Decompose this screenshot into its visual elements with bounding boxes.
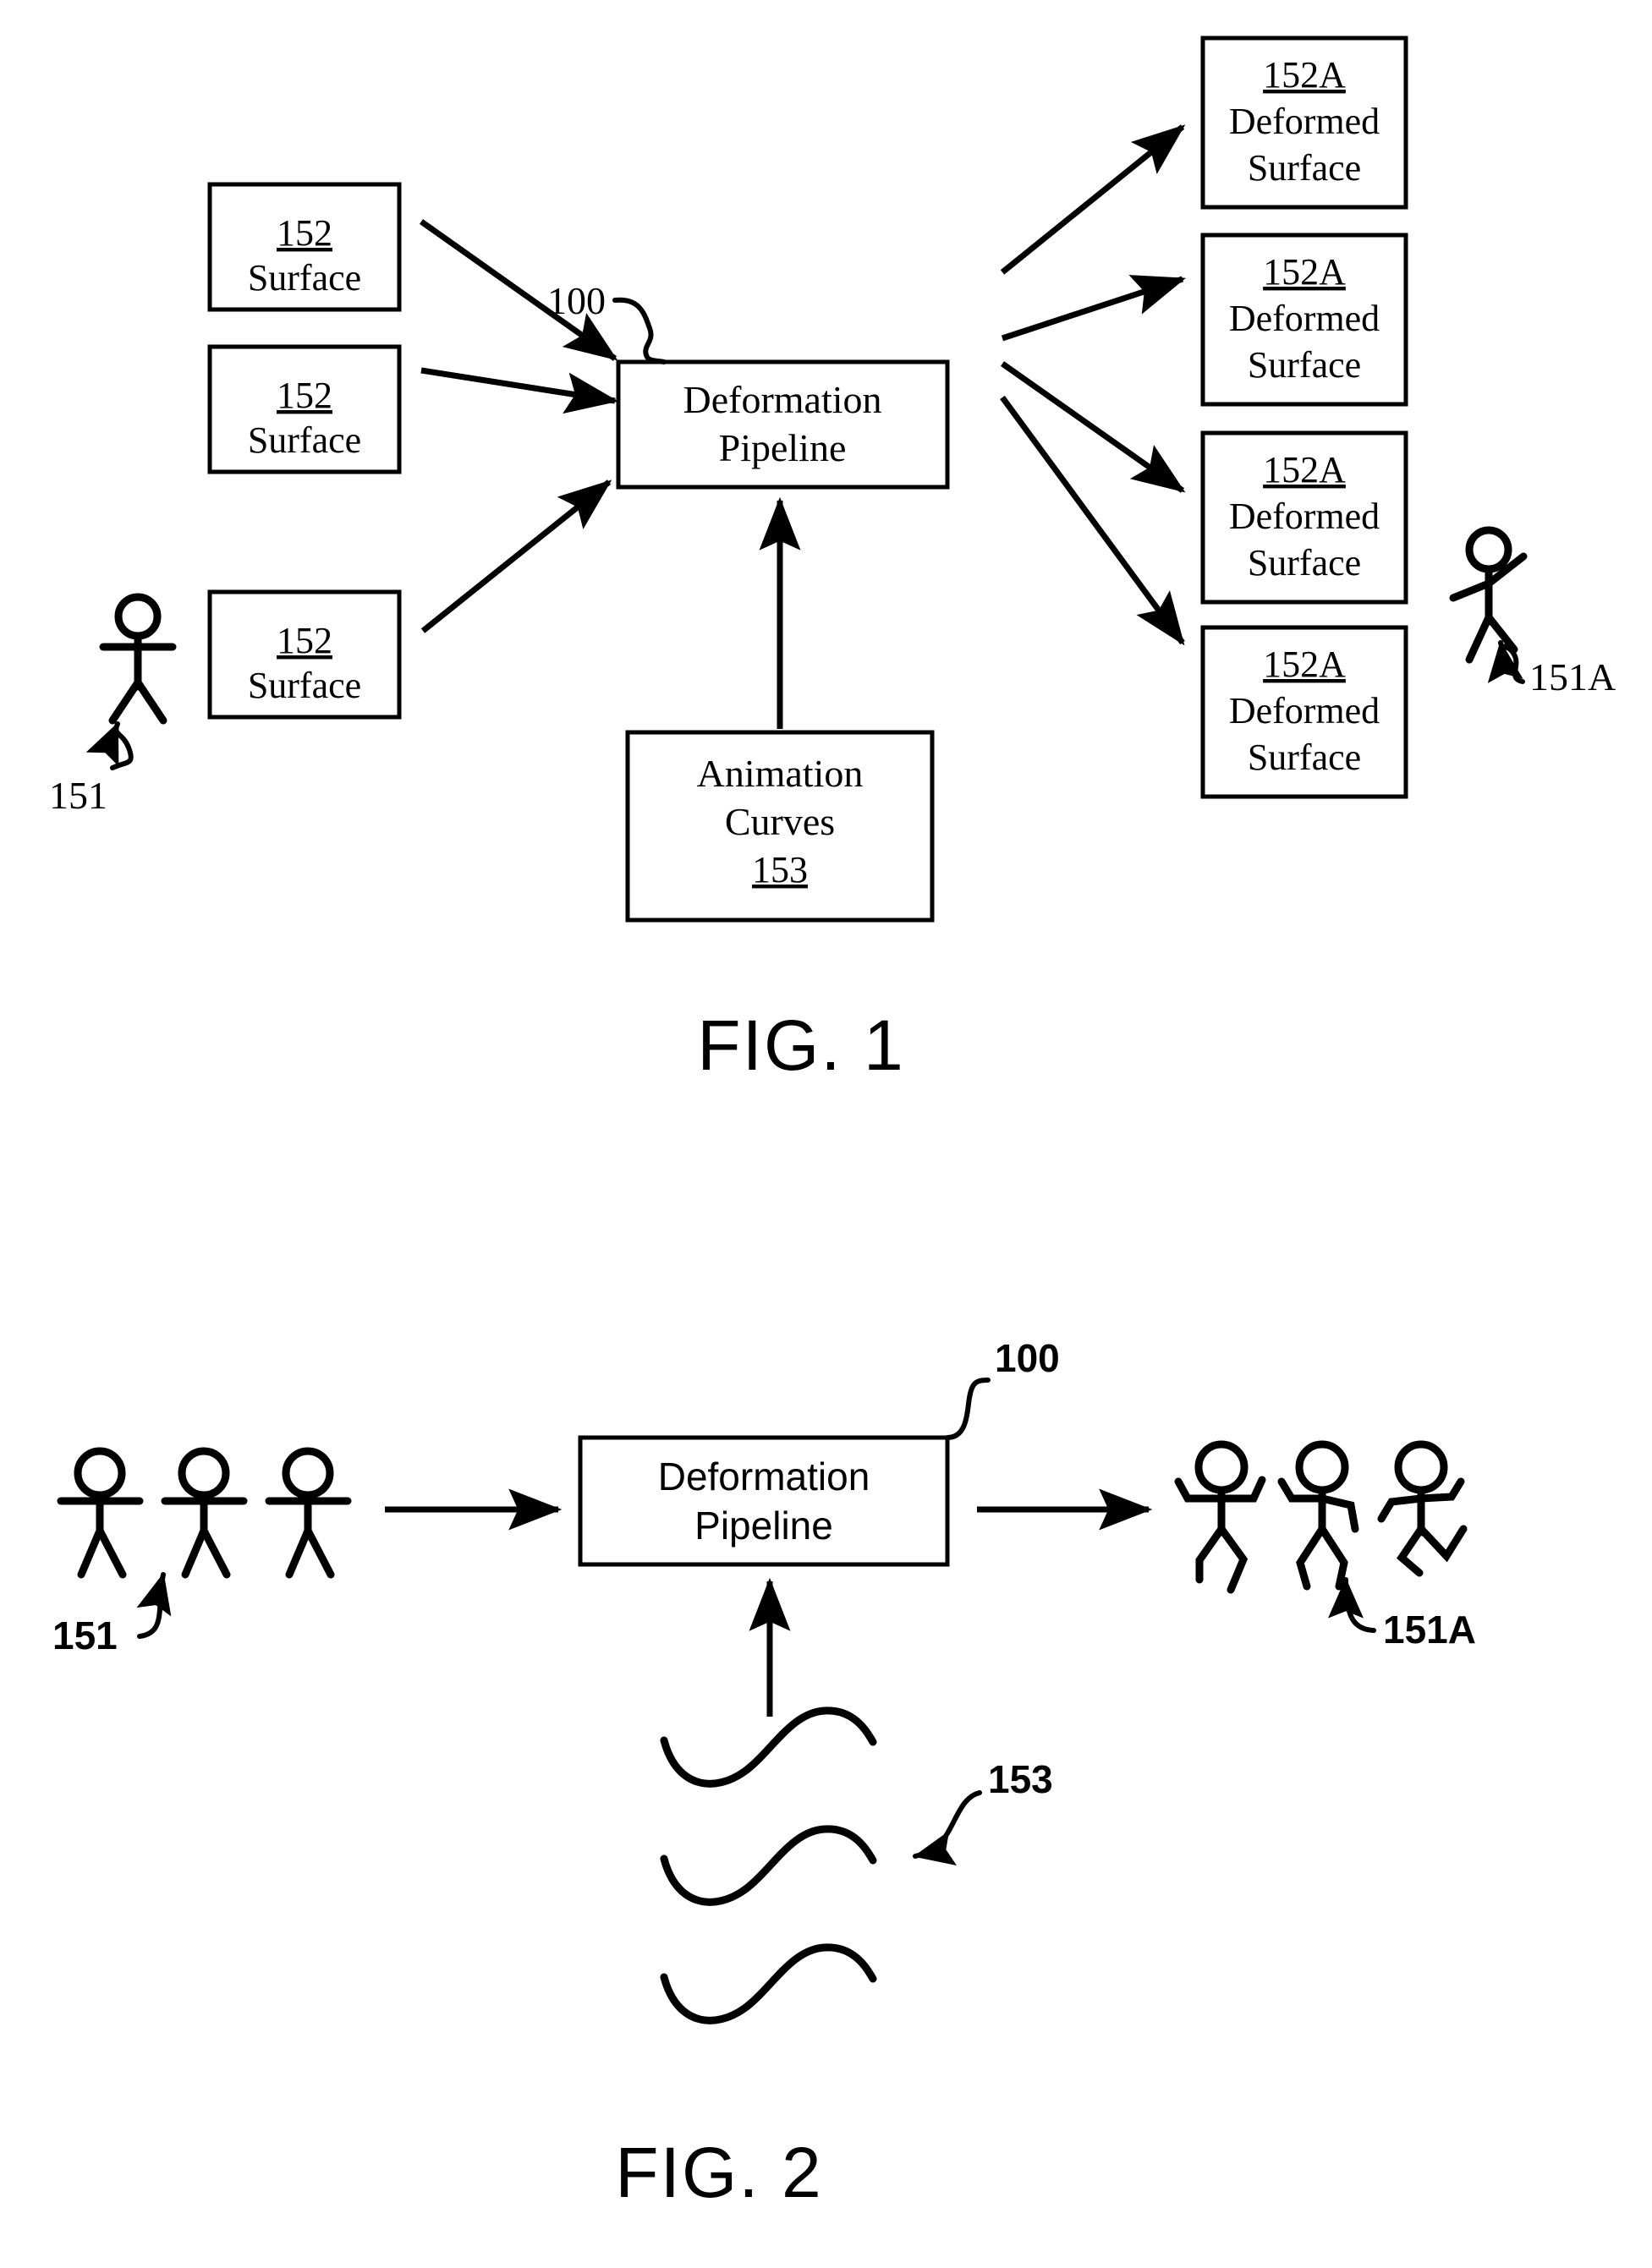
deformation-pipeline-box-fig1: Deformation Pipeline xyxy=(616,359,950,490)
arrow-pipeline-to-output-2 xyxy=(1001,275,1186,342)
leader-line-100-fig1 xyxy=(612,297,667,364)
output-box-2-label-line2: Surface xyxy=(1248,344,1361,386)
output-box-2-label-line1: Deformed xyxy=(1229,298,1380,339)
leader-line-151A-fig1 xyxy=(1487,640,1525,684)
output-box-3-label-line1: Deformed xyxy=(1229,496,1380,537)
output-deformed-box-1: 152A Deformed Surface xyxy=(1200,36,1408,210)
figure-2-caption: FIG. 2 xyxy=(615,2133,822,2212)
stick-figure-arm-right xyxy=(1318,1494,1359,1533)
input-character-ref-151-fig1: 151 xyxy=(49,774,107,817)
output-box-1-label-line2: Surface xyxy=(1248,147,1361,189)
stick-figure-leg-left xyxy=(1195,1525,1226,1584)
output-box-4-ref: 152A xyxy=(1263,644,1346,685)
output-deformed-box-4: 152A Deformed Surface xyxy=(1200,625,1408,799)
animation-curve-2-fig2 xyxy=(660,1825,877,1906)
output-character-ref-151A-fig1: 151A xyxy=(1529,655,1616,698)
input-box-3-label: Surface xyxy=(248,665,361,706)
stick-figure-leg-right xyxy=(1318,1525,1348,1591)
stick-figure-head-icon xyxy=(282,1447,334,1499)
animation-curve-1-fig2 xyxy=(660,1706,877,1788)
output-characters-ref-151A-fig2: 151A xyxy=(1383,1608,1476,1652)
stick-figure-head-icon xyxy=(1194,1440,1249,1494)
stick-figure-leg-right xyxy=(96,1526,127,1579)
input-character-figure-1-fig2 xyxy=(57,1447,144,1579)
output-box-1-label-line1: Deformed xyxy=(1229,101,1380,142)
system-ref-100-label-fig2: 100 xyxy=(995,1336,1060,1380)
arrow-input-2-to-pipeline xyxy=(420,367,619,414)
animation-curves-line2: Curves xyxy=(725,800,835,843)
leader-line-153-fig2 xyxy=(913,1790,982,1865)
stick-figure-head-icon xyxy=(74,1447,126,1499)
pipeline-title-line2: Pipeline xyxy=(694,1504,833,1548)
stick-figure-leg-left xyxy=(1397,1525,1425,1577)
stick-figure-leg-right xyxy=(1417,1525,1468,1563)
input-box-2-ref: 152 xyxy=(277,375,332,416)
stick-figure-leg-left xyxy=(285,1526,312,1579)
stick-figure-arm-left xyxy=(1449,579,1493,602)
pipeline-title-line2: Pipeline xyxy=(719,426,847,469)
leader-line-151A-fig2 xyxy=(1328,1577,1376,1633)
stick-figure-leg-left xyxy=(181,1526,208,1579)
animation-curves-ref: 153 xyxy=(752,849,808,890)
pipeline-title-line1: Deformation xyxy=(683,378,881,421)
animation-curves-line1: Animation xyxy=(697,752,864,795)
animation-curves-ref-153-fig2: 153 xyxy=(988,1757,1053,1801)
drawing-canvas: 152 Surface 152 Surface 152 Surface Defo… xyxy=(49,36,1616,2212)
output-box-4-label-line2: Surface xyxy=(1248,737,1361,778)
input-box-1-label: Surface xyxy=(248,257,361,299)
input-surface-box-1: 152 Surface xyxy=(207,182,402,312)
arrow-input-3-to-pipeline xyxy=(420,479,612,633)
stick-figure-head-icon xyxy=(1465,526,1512,573)
stick-figure-leg-left xyxy=(1296,1525,1326,1591)
figure-1-caption: FIG. 1 xyxy=(697,1005,904,1085)
output-character-figure-2-fig2 xyxy=(1277,1440,1359,1591)
output-box-3-label-line2: Surface xyxy=(1248,542,1361,583)
output-box-4-label-line1: Deformed xyxy=(1229,690,1380,731)
output-deformed-box-2: 152A Deformed Surface xyxy=(1200,233,1408,407)
input-characters-ref-151-fig2: 151 xyxy=(52,1613,118,1657)
output-character-figure-3-fig2 xyxy=(1377,1440,1468,1577)
input-surface-box-3: 152 Surface xyxy=(207,589,402,720)
output-box-3-ref: 152A xyxy=(1263,449,1346,490)
input-box-1-ref: 152 xyxy=(277,212,332,254)
input-surface-box-2: 152 Surface xyxy=(207,344,402,474)
input-box-2-label: Surface xyxy=(248,419,361,461)
stick-figure-arm-left xyxy=(1377,1494,1425,1523)
input-character-figure-2-fig2 xyxy=(161,1447,248,1579)
output-character-figure-1-fig2 xyxy=(1174,1440,1266,1594)
figure-2: 151 Deformation Pipeline 100 151A 153 FI… xyxy=(52,1336,1476,2212)
input-character-figure-3-fig2 xyxy=(265,1447,352,1579)
stick-figure-leg-right xyxy=(134,678,167,725)
pipeline-title-line1: Deformation xyxy=(658,1454,870,1498)
leader-line-151-fig1 xyxy=(85,721,134,770)
stick-figure-head-icon xyxy=(114,593,162,640)
patent-drawing-sheet: 152 Surface 152 Surface 152 Surface Defo… xyxy=(0,0,1652,2268)
stick-figure-leg-right xyxy=(200,1526,231,1579)
deformation-pipeline-box-fig2: Deformation Pipeline xyxy=(578,1435,950,1567)
stick-figure-leg-left xyxy=(108,678,142,725)
arrow-pipeline-to-output-1 xyxy=(1000,124,1186,275)
output-deformed-box-3: 152A Deformed Surface xyxy=(1200,430,1408,605)
system-ref-100-label-fig1: 100 xyxy=(547,279,606,322)
arrow-pipeline-to-output-4 xyxy=(1000,395,1185,646)
output-character-figure-fig1 xyxy=(1449,526,1528,664)
output-box-1-ref: 152A xyxy=(1263,54,1346,96)
leader-line-151-fig2 xyxy=(136,1572,172,1639)
animation-curves-box: Animation Curves 153 xyxy=(625,730,935,923)
input-box-3-ref: 152 xyxy=(277,620,332,661)
figure-1: 152 Surface 152 Surface 152 Surface Defo… xyxy=(49,36,1616,1085)
arrow-pipeline-to-output-3 xyxy=(1000,361,1186,493)
stick-figure-leg-left xyxy=(1465,613,1493,664)
stick-figure-head-icon xyxy=(1295,1440,1349,1494)
input-character-figure-fig1 xyxy=(99,593,177,725)
animation-curve-3-fig2 xyxy=(660,1943,877,2024)
stick-figure-leg-left xyxy=(77,1526,104,1579)
output-box-2-ref: 152A xyxy=(1263,251,1346,293)
stick-figure-leg-right xyxy=(1217,1525,1249,1594)
stick-figure-leg-right xyxy=(304,1526,335,1579)
stick-figure-head-icon xyxy=(178,1447,230,1499)
stick-figure-head-icon xyxy=(1394,1440,1448,1494)
leader-line-100-fig2 xyxy=(945,1378,991,1440)
